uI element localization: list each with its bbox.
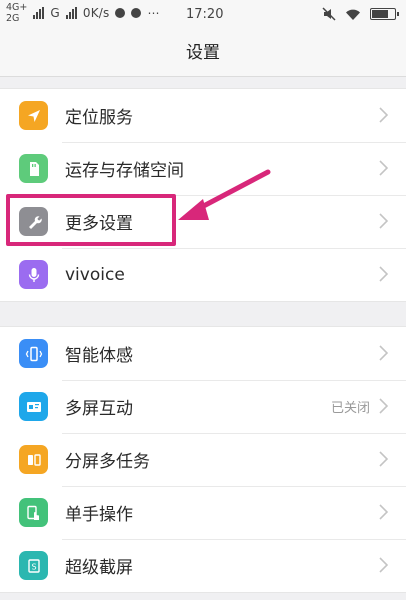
chevron-right-icon bbox=[379, 451, 388, 467]
settings-item-vivoice[interactable]: vivoice bbox=[0, 248, 406, 301]
settings-item-label: 多屏互动 bbox=[65, 399, 133, 419]
notification-icon-2 bbox=[131, 8, 142, 18]
settings-item-location[interactable]: 定位服务 bbox=[0, 89, 406, 142]
signal-icon-2 bbox=[65, 7, 77, 19]
chevron-right-icon bbox=[379, 266, 388, 282]
settings-item-split-screen[interactable]: 分屏多任务 bbox=[0, 433, 406, 486]
settings-item-label: 智能体感 bbox=[65, 346, 133, 366]
chevron-right-icon bbox=[379, 557, 388, 573]
status-left: 4G+ 2G G 0K/s ⋯ bbox=[6, 2, 160, 24]
chevron-right-icon bbox=[379, 213, 388, 229]
microphone-icon bbox=[19, 260, 48, 289]
settings-item-label: 定位服务 bbox=[65, 108, 133, 128]
status-value: 已关闭 bbox=[330, 401, 370, 416]
battery-icon bbox=[370, 8, 399, 20]
settings-item-motion[interactable]: 智能体感 bbox=[0, 327, 406, 380]
settings-item-one-hand[interactable]: 单手操作 bbox=[0, 486, 406, 539]
more-notifications-icon: ⋯ bbox=[147, 6, 160, 20]
carrier-label: G bbox=[50, 6, 60, 20]
chevron-right-icon bbox=[379, 504, 388, 520]
network-speed: 0K/s bbox=[82, 6, 110, 20]
highlight-box bbox=[6, 194, 176, 246]
settings-item-label: vivoice bbox=[65, 264, 125, 285]
settings-item-storage[interactable]: 运存与存储空间 bbox=[0, 142, 406, 195]
chevron-right-icon bbox=[379, 107, 388, 123]
chevron-right-icon bbox=[379, 398, 388, 414]
status-bar: 4G+ 2G G 0K/s ⋯ 17:20 bbox=[0, 0, 406, 30]
chevron-right-icon bbox=[379, 345, 388, 361]
notification-icon bbox=[115, 8, 126, 18]
signal-icon bbox=[33, 7, 45, 19]
storage-icon bbox=[19, 154, 48, 183]
network-type-top: 4G+ bbox=[6, 2, 28, 13]
settings-item-label: 分屏多任务 bbox=[65, 452, 150, 472]
settings-item-super-screenshot[interactable]: S 超级截屏 bbox=[0, 539, 406, 592]
one-hand-icon bbox=[19, 498, 48, 527]
settings-item-label: 运存与存储空间 bbox=[65, 161, 184, 181]
svg-text:S: S bbox=[31, 562, 36, 571]
settings-item-label: 超级截屏 bbox=[65, 558, 133, 578]
split-screen-icon bbox=[19, 445, 48, 474]
mute-icon bbox=[322, 7, 336, 21]
clock: 17:20 bbox=[186, 7, 224, 22]
screenshot-icon: S bbox=[19, 551, 48, 580]
phone-motion-icon bbox=[19, 339, 48, 368]
network-type: 4G+ 2G bbox=[6, 2, 27, 24]
settings-group-2: 智能体感 多屏互动 已关闭 分屏多任务 单手操作 S 超级截屏 bbox=[0, 326, 406, 593]
status-right bbox=[322, 7, 399, 21]
location-icon bbox=[19, 101, 48, 130]
network-type-bottom: 2G bbox=[6, 13, 20, 24]
settings-item-label: 单手操作 bbox=[65, 505, 133, 525]
page-title: 设置 bbox=[0, 30, 406, 77]
screen-cast-icon bbox=[19, 392, 48, 421]
wifi-icon bbox=[346, 9, 360, 20]
settings-item-multi-screen[interactable]: 多屏互动 已关闭 bbox=[0, 380, 406, 433]
chevron-right-icon bbox=[379, 160, 388, 176]
